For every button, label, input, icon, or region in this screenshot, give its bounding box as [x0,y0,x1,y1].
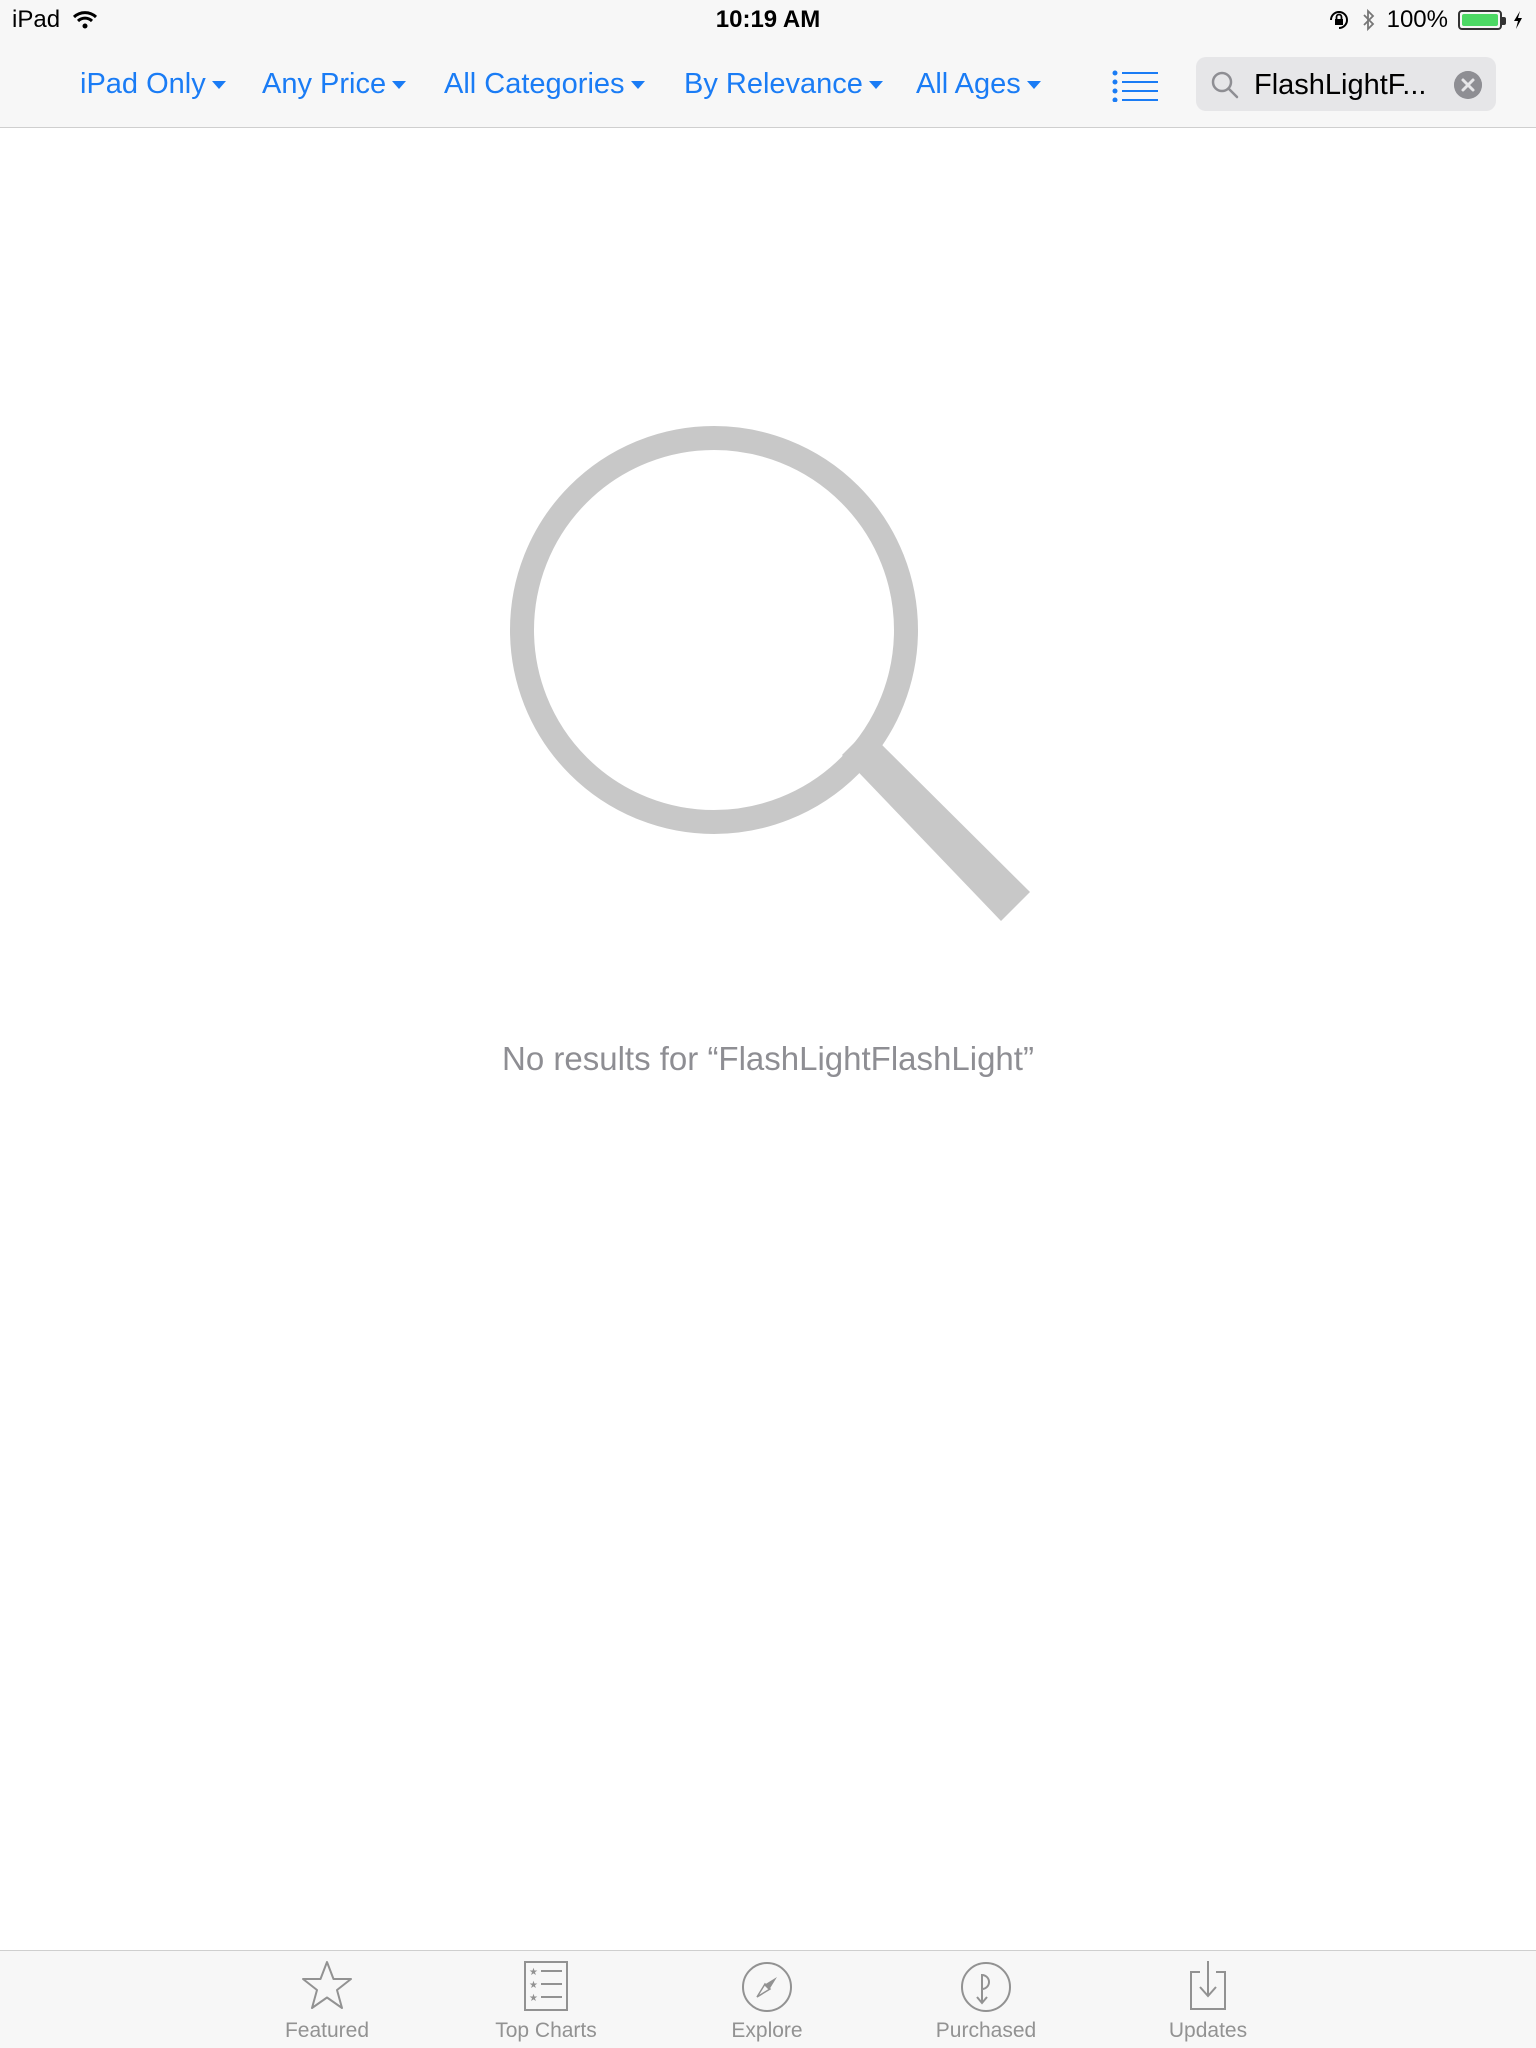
status-bar: iPad 10:19 AM 100% [0,0,1536,40]
tab-featured[interactable]: Featured [247,1951,407,2048]
search-field[interactable]: FlashLightF... [1196,57,1496,111]
tab-explore[interactable]: Explore [687,1951,847,2048]
top-charts-icon: ★ ★ ★ [524,1961,568,2011]
app-store-search-screen: iPad 10:19 AM 100% iPad Only Any Price A… [0,0,1536,2048]
chevron-down-icon [1026,81,1041,89]
chevron-down-icon [211,81,226,89]
filter-categories-label: All Categories [444,67,625,100]
battery-level [1462,14,1498,26]
charging-icon [1514,11,1522,29]
clear-search-icon[interactable] [1454,71,1482,99]
magnifying-glass-icon [510,426,1030,921]
filter-sort-label: By Relevance [684,67,863,100]
filter-ages-label: All Ages [916,67,1021,100]
chevron-down-icon [630,81,645,89]
filter-ages[interactable]: All Ages [916,64,1041,104]
tab-updates[interactable]: Updates [1128,1951,1288,2048]
tab-updates-label: Updates [1168,2019,1248,2042]
tab-top-charts-label: Top Charts [495,2019,597,2042]
filter-categories[interactable]: All Categories [444,64,645,104]
purchased-icon [961,1962,1011,2012]
search-input[interactable]: FlashLightF... [1254,69,1444,102]
chevron-down-icon [392,81,407,89]
star-icon [302,1961,352,2009]
compass-icon [742,1962,792,2012]
filter-toolbar: iPad Only Any Price All Categories By Re… [0,40,1536,128]
filter-price[interactable]: Any Price [262,64,407,104]
tab-purchased-label: Purchased [935,2019,1037,2042]
svg-text:★: ★ [529,1993,538,2004]
tab-explore-label: Explore [731,2019,803,2042]
svg-text:★: ★ [529,1967,538,1978]
filter-sort[interactable]: By Relevance [684,64,883,104]
chevron-down-icon [868,81,883,89]
tab-top-charts[interactable]: ★ ★ ★ Top Charts [466,1951,626,2048]
battery-icon [1458,10,1506,30]
search-icon [1211,71,1239,99]
tab-purchased[interactable]: Purchased [906,1951,1066,2048]
no-results-message: No results for “FlashLightFlashLight” [502,1040,1034,1077]
filter-device-label: iPad Only [80,67,206,100]
bluetooth-icon [1362,8,1374,32]
battery-cap [1502,17,1506,25]
updates-icon [1190,1961,1226,2010]
tab-featured-label: Featured [284,2019,370,2042]
tab-bar: Featured ★ ★ ★ Top Charts Explore Purcha… [0,1950,1536,2048]
list-view-icon[interactable] [1112,70,1158,102]
filter-price-label: Any Price [262,67,387,100]
status-time: 10:19 AM [715,6,821,33]
status-right: 100% [1327,6,1524,34]
orientation-lock-icon [1329,11,1348,29]
svg-text:★: ★ [529,1980,538,1991]
battery-percent: 100% [1386,6,1448,33]
filter-device[interactable]: iPad Only [80,64,226,104]
